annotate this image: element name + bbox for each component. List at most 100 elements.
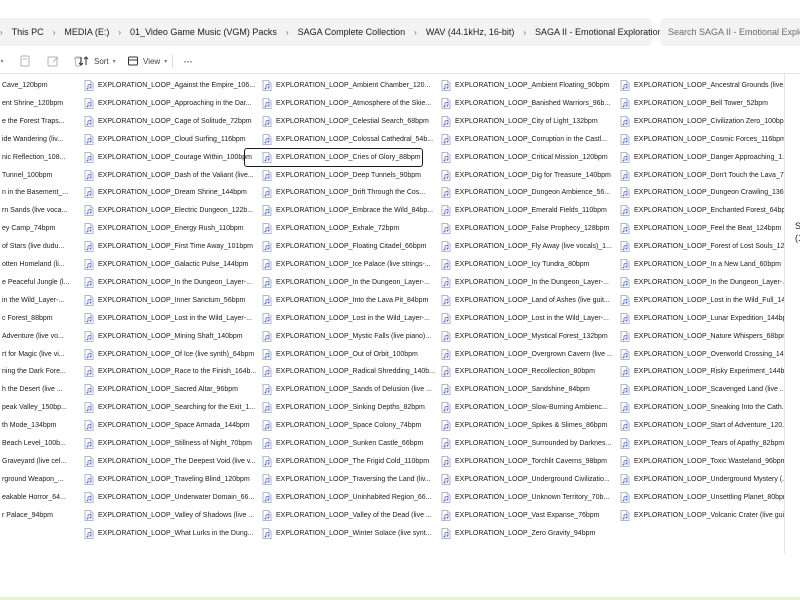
file-item[interactable]: EXPLORATION_LOOP_Banished Warriors_96b..… [441,95,617,112]
file-item[interactable]: EXPLORATION_LOOP_Risky Experiment_144b..… [620,363,784,380]
file-item[interactable]: EXPLORATION_LOOP_Sands of Delusion (live… [262,381,438,398]
file-item[interactable]: EXPLORATION_LOOP_Courage Within_100bpm [84,149,260,166]
file-item[interactable]: EXPLORATION_LOOP_Recollection_80bpm [441,363,617,380]
file-item[interactable]: EXPLORATION_LOOP_Toxic Wasteland_96bpm [620,453,784,470]
file-item[interactable]: ide Wandering (liv... [0,131,80,148]
file-item[interactable]: EXPLORATION_LOOP_Colossal Cathedral_54b.… [262,131,438,148]
file-item[interactable]: EXPLORATION_LOOP_The Frigid Cold_110bpm [262,453,438,470]
file-item[interactable]: EXPLORATION_LOOP_The Deepest Void (live … [84,453,260,470]
file-item[interactable]: r Palace_94bpm [0,507,80,524]
file-item[interactable]: EXPLORATION_LOOP_Race to the Finish_164b… [84,363,260,380]
file-item[interactable]: h the Desert (live ... [0,381,80,398]
file-item[interactable]: EXPLORATION_LOOP_Dash of the Valiant (li… [84,167,260,184]
file-item[interactable]: EXPLORATION_LOOP_Dungeon Crawling_136... [620,184,784,201]
file-item[interactable]: nic Reflection_108... [0,149,80,166]
file-item[interactable]: rn Sands (live voca... [0,202,80,219]
file-item[interactable]: EXPLORATION_LOOP_Stillness of Night_70bp… [84,435,260,452]
file-item[interactable]: EXPLORATION_LOOP_Corruption in the Castl… [441,131,617,148]
file-item[interactable]: EXPLORATION_LOOP_Bell Tower_52bpm [620,95,784,112]
file-item[interactable]: in the Wild_Layer-... [0,292,80,309]
file-item[interactable]: EXPLORATION_LOOP_Land of Ashes (live gui… [441,292,617,309]
file-item[interactable]: EXPLORATION_LOOP_Nature Whispers_68bpm [620,328,784,345]
file-item[interactable]: EXPLORATION_LOOP_Mining Shaft_140bpm [84,328,260,345]
file-item[interactable]: ey Camp_74bpm [0,220,80,237]
file-item[interactable]: EXPLORATION_LOOP_In the Dungeon_Layer-..… [84,274,260,291]
breadcrumb-segment[interactable]: WAV (44.1kHz, 16-bit) [425,27,516,37]
file-item[interactable]: EXPLORATION_LOOP_In the Dungeon_Layer-..… [620,274,784,291]
breadcrumb-segment[interactable]: MEDIA (E:) [63,27,110,37]
file-item[interactable]: EXPLORATION_LOOP_Lost in the Wild_Layer-… [441,310,617,327]
file-item[interactable]: EXPLORATION_LOOP_Uninhabited Region_66..… [262,489,438,506]
file-item[interactable]: eakable Horror_64... [0,489,80,506]
file-item[interactable]: EXPLORATION_LOOP_Exhale_72bpm [262,220,438,237]
file-item[interactable]: EXPLORATION_LOOP_Sacred Altar_96bpm [84,381,260,398]
file-item[interactable]: EXPLORATION_LOOP_Unsettling Planet_80bpm [620,489,784,506]
file-item[interactable]: EXPLORATION_LOOP_Sandshine_84bpm [441,381,617,398]
file-item[interactable]: rground Weapon_... [0,471,80,488]
breadcrumb-segment[interactable]: 01_Video Game Music (VGM) Packs [129,27,278,37]
file-item[interactable]: EXPLORATION_LOOP_Embrace the Wild_84bp..… [262,202,438,219]
file-item[interactable]: EXPLORATION_LOOP_Tears of Apathy_82bpm [620,435,784,452]
file-item[interactable]: EXPLORATION_LOOP_What Lurks in the Dung.… [84,525,260,542]
file-item[interactable]: EXPLORATION_LOOP_Feel the Beat_124bpm [620,220,784,237]
file-item[interactable]: EXPLORATION_LOOP_Searching for the Exit_… [84,399,260,416]
file-item[interactable]: EXPLORATION_LOOP_Ambient Chamber_120... [262,77,438,94]
file-item[interactable]: EXPLORATION_LOOP_False Prophecy_128bpm [441,220,617,237]
breadcrumb-segment[interactable]: SAGA Complete Collection [297,27,407,37]
file-item[interactable]: EXPLORATION_LOOP_Radical Shredding_140b.… [262,363,438,380]
file-item[interactable]: EXPLORATION_LOOP_Cloud Surfing_116bpm [84,131,260,148]
file-item[interactable]: Tunnel_100bpm [0,167,80,184]
file-item[interactable]: EXPLORATION_LOOP_Ice Palace (live string… [262,256,438,273]
file-item[interactable]: ning the Dark Fore... [0,363,80,380]
file-item[interactable]: peak Valley_150bp... [0,399,80,416]
file-item[interactable]: EXPLORATION_LOOP_Ancestral Grounds (live… [620,77,784,94]
chevron-right-icon[interactable]: › [414,28,417,37]
file-item[interactable]: EXPLORATION_LOOP_Lost in the Wild_Layer-… [84,310,260,327]
file-item[interactable]: EXPLORATION_LOOP_Underground Civilizatio… [441,471,617,488]
file-item[interactable]: e the Forest Traps... [0,113,80,130]
file-item[interactable]: EXPLORATION_LOOP_Dig for Treasure_140bpm [441,167,617,184]
file-item[interactable]: EXPLORATION_LOOP_Enchanted Forest_64bpm [620,202,784,219]
breadcrumb[interactable]: › This PC › MEDIA (E:) › 01_Video Game Music … [0,18,664,46]
file-item[interactable]: ent Shrine_120bpm [0,95,80,112]
file-item[interactable]: EXPLORATION_LOOP_Overworld Crossing_14..… [620,346,784,363]
file-item[interactable]: EXPLORATION_LOOP_Civilization Zero_100bp… [620,113,784,130]
file-item[interactable]: EXPLORATION_LOOP_Critical Mission_120bpm [441,149,617,166]
file-item[interactable]: EXPLORATION_LOOP_Energy Rush_110bpm [84,220,260,237]
file-item[interactable]: EXPLORATION_LOOP_Traversing the Land (li… [262,471,438,488]
file-item[interactable]: e Peaceful Jungle (l... [0,274,80,291]
file-item-selected[interactable]: EXPLORATION_LOOP_Cries of Glory_88bpm [244,147,423,167]
file-item[interactable]: EXPLORATION_LOOP_Overgrown Cavern (live … [441,346,617,363]
chevron-right-icon[interactable]: › [286,28,289,37]
file-item[interactable]: EXPLORATION_LOOP_In a New Land_60bpm [620,256,784,273]
file-item[interactable]: EXPLORATION_LOOP_Mystical Forest_132bpm [441,328,617,345]
file-item[interactable]: rt for Magic (live vi... [0,346,80,363]
file-item[interactable]: EXPLORATION_LOOP_First Time Away_101bpm [84,238,260,255]
file-item[interactable]: EXPLORATION_LOOP_Dungeon Ambience_56... [441,184,617,201]
view-button[interactable]: View ▾ [127,50,167,72]
breadcrumb-segment[interactable]: This PC [11,27,45,37]
file-item[interactable]: EXPLORATION_LOOP_Unknown Territory_70b..… [441,489,617,506]
chevron-right-icon[interactable]: › [0,28,3,37]
file-item[interactable]: EXPLORATION_LOOP_Volcanic Crater (live g… [620,507,784,524]
file-item[interactable]: EXPLORATION_LOOP_Mystic Falls (live pian… [262,328,438,345]
file-item[interactable]: of Stars (live dudu... [0,238,80,255]
file-item[interactable]: EXPLORATION_LOOP_Winter Solace (live syn… [262,525,438,542]
file-item[interactable]: EXPLORATION_LOOP_Icy Tundra_80bpm [441,256,617,273]
file-item[interactable]: EXPLORATION_LOOP_Celestial Search_68bpm [262,113,438,130]
file-item[interactable]: Cave_120bpm [0,77,80,94]
file-item[interactable]: EXPLORATION_LOOP_In the Dungeon_Layer-..… [441,274,617,291]
file-item[interactable]: EXPLORATION_LOOP_Out of Orbit_100bpm [262,346,438,363]
file-item[interactable]: EXPLORATION_LOOP_Into the Lava Pit_84bpm [262,292,438,309]
file-item[interactable]: EXPLORATION_LOOP_Slow-Burning Ambienc... [441,399,617,416]
file-item[interactable]: EXPLORATION_LOOP_Dream Shrine_144bpm [84,184,260,201]
file-item[interactable]: EXPLORATION_LOOP_Traveling Blind_120bpm [84,471,260,488]
more-options-button[interactable]: ··· [183,50,193,72]
address-bar[interactable]: › This PC › MEDIA (E:) › 01_Video Game Music … [0,18,800,46]
file-item[interactable]: EXPLORATION_LOOP_Sunken Castle_66bpm [262,435,438,452]
file-item[interactable]: th Mode_134bpm [0,417,80,434]
file-item[interactable]: EXPLORATION_LOOP_Zero Gravity_94bpm [441,525,617,542]
file-item[interactable]: EXPLORATION_LOOP_City of Light_132bpm [441,113,617,130]
file-item[interactable]: c Forest_88bpm [0,310,80,327]
file-item[interactable]: EXPLORATION_LOOP_Inner Sanctum_56bpm [84,292,260,309]
